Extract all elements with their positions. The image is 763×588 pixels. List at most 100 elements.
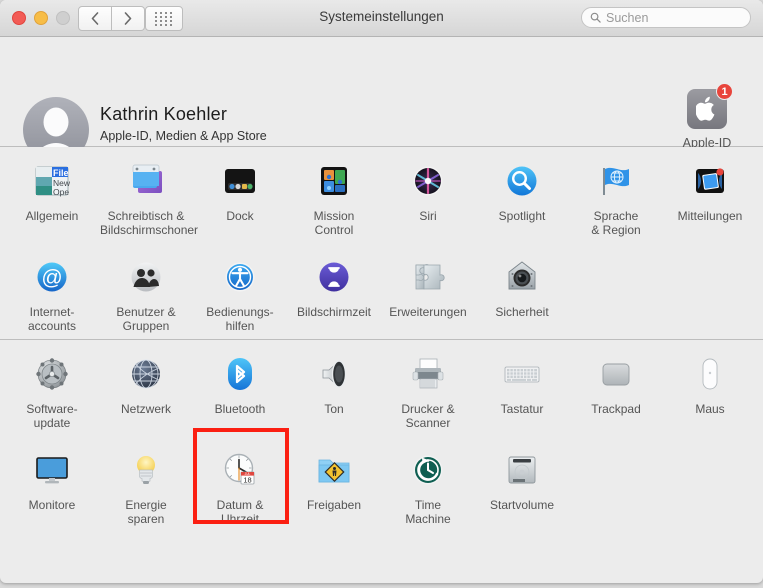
mouse-icon xyxy=(688,352,732,396)
pref-sicherheit[interactable]: Sicherheit xyxy=(475,243,569,339)
trackpad-icon xyxy=(594,352,638,396)
pref-bluetooth[interactable]: Bluetooth xyxy=(193,340,287,436)
users-groups-icon xyxy=(124,255,168,299)
account-header: Kathrin Koehler Apple-ID, Medien & App S… xyxy=(0,37,763,208)
pref-label: Datum & Uhrzeit xyxy=(216,498,264,526)
pref-bildschirmzeit[interactable]: Bildschirmzeit xyxy=(287,243,381,339)
pref-label: Trackpad xyxy=(591,402,641,416)
pref-label: Maus xyxy=(695,402,725,416)
pref-ton[interactable]: Ton xyxy=(287,340,381,436)
pref-label: Allgemein xyxy=(25,209,79,223)
preferences-row: File New Ope Allgemein Schreibtisch & Bi… xyxy=(5,147,763,243)
search-icon xyxy=(590,12,601,23)
pref-benutzer-gruppen[interactable]: Benutzer & Gruppen xyxy=(99,243,193,339)
mission-control-icon xyxy=(312,159,356,203)
time-machine-icon xyxy=(406,448,450,492)
pref-mitteilungen[interactable]: Mitteilungen xyxy=(663,147,757,243)
svg-text:File: File xyxy=(53,168,69,178)
network-icon xyxy=(124,352,168,396)
notifications-icon xyxy=(688,159,732,203)
pref-drucker-scanner[interactable]: Drucker & Scanner xyxy=(381,340,475,436)
pref-monitore[interactable]: Monitore xyxy=(5,436,99,532)
pref-freigaben[interactable]: Freigaben xyxy=(287,436,381,532)
account-name: Kathrin Koehler xyxy=(100,104,228,124)
pref-internetaccounts[interactable]: @ Internet-accounts xyxy=(5,243,99,339)
language-region-icon xyxy=(594,159,638,203)
internet-accounts-icon: @ xyxy=(30,255,74,299)
pref-label: Time Machine xyxy=(405,498,451,526)
svg-text:Ope: Ope xyxy=(53,187,69,197)
pref-label: Spotlight xyxy=(498,209,546,223)
pref-energie-sparen[interactable]: Energie sparen xyxy=(99,436,193,532)
pref-netzwerk[interactable]: Netzwerk xyxy=(99,340,193,436)
pref-bedienungshilfen[interactable]: Bedienungs-hilfen xyxy=(193,243,287,339)
pref-label: Energie sparen xyxy=(125,498,167,526)
pref-label: Netzwerk xyxy=(120,402,171,416)
pref-maus[interactable]: Maus xyxy=(663,340,757,436)
pref-label: Ton xyxy=(324,402,344,416)
startup-disk-icon xyxy=(500,448,544,492)
pref-label: Sprache & Region xyxy=(591,209,641,237)
apple-logo-icon xyxy=(696,96,715,121)
siri-icon xyxy=(406,159,450,203)
preferences-section-hardware: Software-update Netzwerk Bluetooth Ton D… xyxy=(0,340,763,532)
pref-label: Erweiterungen xyxy=(389,305,467,319)
apple-id-button[interactable]: 1 Apple-ID xyxy=(669,83,745,150)
pref-label: Schreibtisch & Bildschirmschoner xyxy=(100,209,199,237)
pref-label: Freigaben xyxy=(306,498,362,512)
pref-label: Benutzer & Gruppen xyxy=(116,305,176,333)
pref-label: Bedienungs-hilfen xyxy=(206,305,274,333)
pref-label: Bluetooth xyxy=(214,402,266,416)
pref-label: Dock xyxy=(226,209,254,223)
energy-saver-icon xyxy=(124,448,168,492)
account-subtitle: Apple-ID, Medien & App Store xyxy=(100,129,267,143)
pref-label: Sicherheit xyxy=(495,305,549,319)
pref-mission-control[interactable]: Mission Control xyxy=(287,147,381,243)
pref-datum-uhrzeit[interactable]: JUL 18 Datum & Uhrzeit xyxy=(193,436,287,532)
general-icon: File New Ope xyxy=(30,159,74,203)
pref-label: Siri xyxy=(419,209,437,223)
pref-label: Internet-accounts xyxy=(27,305,77,333)
pref-label: Monitore xyxy=(28,498,76,512)
window-titlebar: Systemeinstellungen Suchen xyxy=(0,0,763,37)
sound-icon xyxy=(312,352,356,396)
system-preferences-window: Systemeinstellungen Suchen Kathrin Koehl… xyxy=(0,0,763,583)
keyboard-icon xyxy=(500,352,544,396)
spotlight-icon xyxy=(500,159,544,203)
printer-scanner-icon xyxy=(406,352,450,396)
pref-dock[interactable]: Dock xyxy=(193,147,287,243)
preferences-row: @ Internet-accounts Benutzer & Gruppen B… xyxy=(5,243,763,339)
pref-label: Software-update xyxy=(26,402,78,430)
pref-label: Drucker & Scanner xyxy=(401,402,455,430)
software-update-icon xyxy=(30,352,74,396)
search-field[interactable]: Suchen xyxy=(581,7,751,28)
desktop-screensaver-icon xyxy=(124,159,168,203)
pref-erweiterungen[interactable]: Erweiterungen xyxy=(381,243,475,339)
pref-label: Tastatur xyxy=(500,402,544,416)
apple-id-badge: 1 xyxy=(716,83,733,100)
pref-siri[interactable]: Siri xyxy=(381,147,475,243)
screen-time-icon xyxy=(312,255,356,299)
pref-schreibtisch-bildschirmschoner[interactable]: Schreibtisch & Bildschirmschoner xyxy=(99,147,199,243)
pref-trackpad[interactable]: Trackpad xyxy=(569,340,663,436)
displays-icon xyxy=(30,448,74,492)
pref-allgemein[interactable]: File New Ope Allgemein xyxy=(5,147,99,243)
dock-icon xyxy=(218,159,262,203)
extensions-icon xyxy=(406,255,450,299)
date-time-icon: JUL 18 xyxy=(218,448,262,492)
pref-spotlight[interactable]: Spotlight xyxy=(475,147,569,243)
pref-time-machine[interactable]: Time Machine xyxy=(381,436,475,532)
pref-tastatur[interactable]: Tastatur xyxy=(475,340,569,436)
svg-text:18: 18 xyxy=(243,476,251,485)
pref-sprache-region[interactable]: Sprache & Region xyxy=(569,147,663,243)
bluetooth-icon xyxy=(218,352,262,396)
pref-softwareupdate[interactable]: Software-update xyxy=(5,340,99,436)
pref-label: Bildschirmzeit xyxy=(296,305,371,319)
sharing-icon xyxy=(312,448,356,492)
preferences-row: Software-update Netzwerk Bluetooth Ton D… xyxy=(5,340,763,436)
pref-label: Mission Control xyxy=(313,209,355,237)
preferences-row: Monitore Energie sparen JUL 18 Datum & U… xyxy=(5,436,763,532)
preferences-section-personal: File New Ope Allgemein Schreibtisch & Bi… xyxy=(0,147,763,524)
pref-label: Mitteilungen xyxy=(677,209,743,223)
pref-startvolume[interactable]: Startvolume xyxy=(475,436,569,532)
